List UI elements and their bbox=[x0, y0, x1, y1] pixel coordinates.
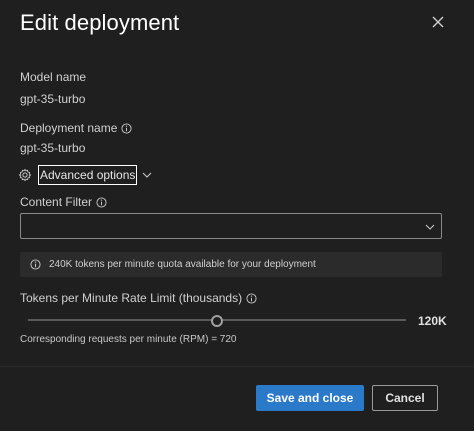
info-icon[interactable] bbox=[96, 197, 107, 208]
rate-limit-slider[interactable] bbox=[28, 313, 406, 329]
deployment-name-label-row: Deployment name bbox=[20, 121, 132, 135]
cancel-button[interactable]: Cancel bbox=[372, 385, 438, 411]
info-icon bbox=[30, 259, 41, 270]
advanced-options-button[interactable]: Advanced options bbox=[38, 165, 138, 185]
chevron-down-icon[interactable] bbox=[141, 169, 153, 181]
model-name-label: Model name bbox=[20, 70, 87, 84]
rpm-text: Corresponding requests per minute (RPM) … bbox=[20, 334, 237, 345]
rate-limit-label-row: Tokens per Minute Rate Limit (thousands) bbox=[20, 291, 257, 305]
advanced-options-row: Advanced options bbox=[18, 165, 153, 185]
close-icon[interactable] bbox=[428, 12, 448, 32]
quota-notice: 240K tokens per minute quota available f… bbox=[20, 252, 442, 277]
edit-deployment-panel: Edit deployment Model name gpt-35-turbo … bbox=[0, 0, 474, 431]
quota-notice-text: 240K tokens per minute quota available f… bbox=[49, 259, 316, 270]
rate-limit-value: 120K bbox=[418, 314, 447, 328]
rate-limit-label: Tokens per Minute Rate Limit (thousands) bbox=[20, 291, 243, 305]
dialog-title: Edit deployment bbox=[20, 10, 180, 35]
footer-divider bbox=[0, 366, 474, 367]
chevron-down-icon bbox=[425, 224, 435, 230]
content-filter-label-row: Content Filter bbox=[20, 195, 107, 209]
gear-icon bbox=[18, 168, 32, 182]
slider-thumb[interactable] bbox=[211, 315, 223, 327]
model-name-value: gpt-35-turbo bbox=[20, 92, 86, 106]
info-icon[interactable] bbox=[121, 123, 132, 134]
deployment-name-label: Deployment name bbox=[20, 121, 118, 135]
deployment-name-value: gpt-35-turbo bbox=[20, 141, 86, 155]
content-filter-dropdown[interactable] bbox=[20, 213, 442, 239]
content-filter-label: Content Filter bbox=[20, 195, 93, 209]
save-and-close-button[interactable]: Save and close bbox=[256, 385, 364, 411]
info-icon[interactable] bbox=[246, 293, 257, 304]
